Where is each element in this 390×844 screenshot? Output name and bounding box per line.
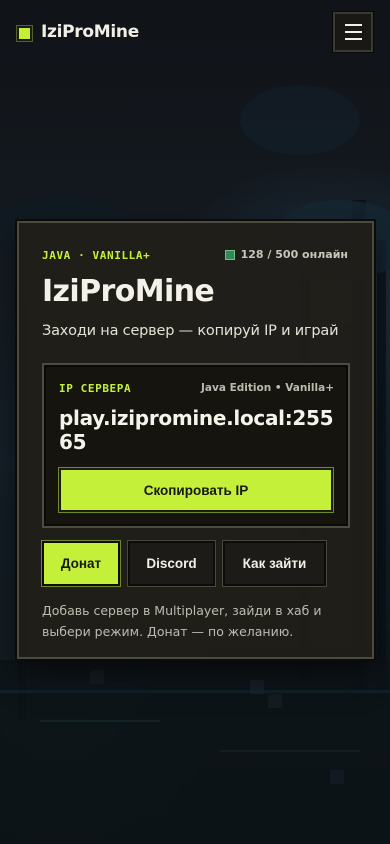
server-ip-panel: IP СЕРВЕРА Java Edition • Vanilla+ play.… [42,363,350,528]
online-indicator-icon [224,249,235,260]
hamburger-menu-icon-line [344,31,362,33]
hamburger-menu-icon-line [344,38,362,40]
server-tags: JAVA · VANILLA+ [42,249,151,262]
top-bar: IziProMine [0,0,390,64]
server-title: IziProMine [42,274,215,309]
donate-button[interactable]: Донат [42,541,120,586]
menu-button[interactable] [333,12,373,52]
ip-label: IP СЕРВЕРА [59,382,132,395]
online-count: 128 / 500 онлайн [240,248,348,261]
join-instructions: Добавь сервер в Multiplayer, зайди в хаб… [42,603,322,639]
server-subtitle: Заходи на сервер — копируй IP и играй [42,323,339,339]
discord-button[interactable]: Discord [128,541,215,586]
copy-ip-button[interactable]: Скопировать IP [59,468,333,512]
brand-name[interactable]: IziProMine [41,22,139,42]
server-ip-address[interactable]: play.izipromine.local:25565 [59,406,339,454]
server-card: JAVA · VANILLA+ 128 / 500 онлайн IziProM… [17,221,374,659]
logo-block-icon [17,26,32,41]
ip-edition: Java Edition • Vanilla+ [201,382,334,394]
how-to-join-button[interactable]: Как зайти [223,541,326,586]
online-status: 128 / 500 онлайн [224,248,348,261]
hamburger-menu-icon [344,24,362,26]
